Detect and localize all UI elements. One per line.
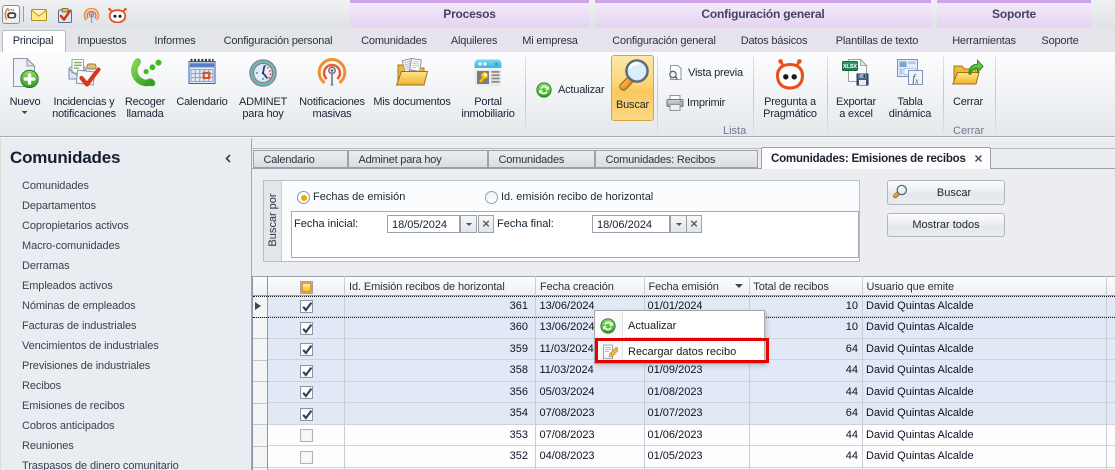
svg-text:XLSX: XLSX xyxy=(843,64,857,70)
